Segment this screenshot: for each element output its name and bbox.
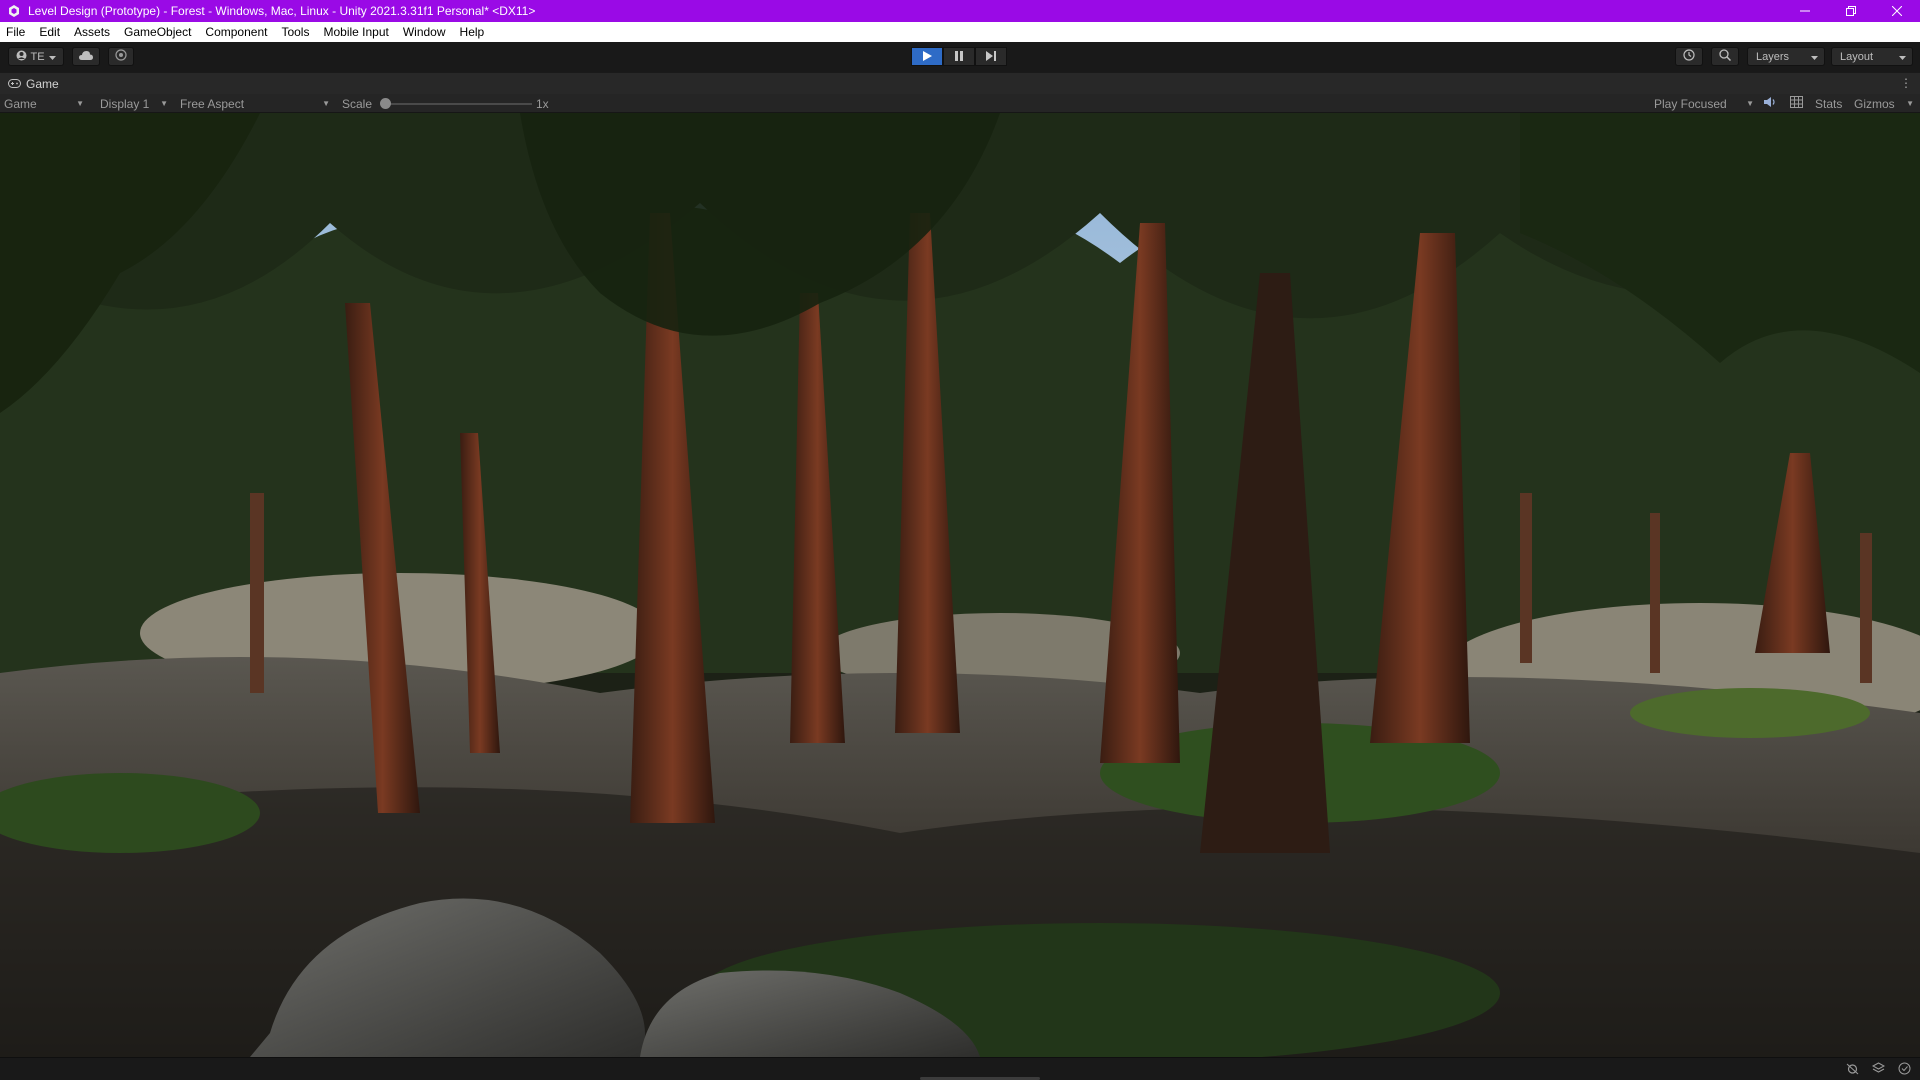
- more-options-icon[interactable]: ⋮: [1900, 76, 1912, 90]
- menu-gameobject[interactable]: GameObject: [117, 22, 198, 42]
- play-mode-label: Play Focused: [1654, 96, 1727, 111]
- speaker-icon[interactable]: [1764, 96, 1777, 111]
- debug-icon[interactable]: [1846, 1062, 1859, 1078]
- layers-icon[interactable]: [1871, 1062, 1886, 1078]
- progress-icon[interactable]: [1898, 1062, 1911, 1078]
- menu-assets[interactable]: Assets: [67, 22, 117, 42]
- menu-component[interactable]: Component: [198, 22, 274, 42]
- step-icon: [986, 50, 996, 64]
- chevron-down-icon: [48, 51, 56, 63]
- aspect-dropdown[interactable]: Free Aspect ▼: [176, 94, 334, 113]
- forest-scene: [0, 113, 1920, 1057]
- scale-value: 1x: [536, 97, 549, 111]
- game-view-toolbar: Game ▼ Display 1 ▼ Free Aspect ▼ Scale 1…: [0, 94, 1920, 113]
- menu-window[interactable]: Window: [396, 22, 453, 42]
- scale-slider-handle[interactable]: [380, 98, 391, 109]
- account-dropdown[interactable]: TE: [8, 47, 64, 66]
- undo-history-button[interactable]: [1675, 47, 1703, 66]
- view-mode-dropdown[interactable]: Game ▼: [0, 94, 88, 113]
- status-bar: [0, 1057, 1920, 1080]
- layout-dropdown[interactable]: Layout: [1831, 47, 1913, 66]
- chevron-down-icon: ▼: [160, 99, 168, 108]
- scale-slider-track[interactable]: [386, 103, 532, 105]
- tree-trunk: [1650, 513, 1660, 673]
- play-icon: [922, 50, 932, 64]
- play-button[interactable]: [911, 47, 943, 66]
- layout-label: Layout: [1840, 50, 1874, 63]
- tab-game[interactable]: Game: [0, 73, 67, 94]
- display-label: Display 1: [100, 96, 150, 111]
- search-icon: [1719, 49, 1732, 64]
- tree-trunk: [1860, 533, 1872, 683]
- chevron-down-icon: ▼: [76, 99, 84, 108]
- account-icon: [16, 50, 27, 64]
- chevron-down-icon: ▼: [322, 99, 330, 108]
- menu-mobile-input[interactable]: Mobile Input: [316, 22, 395, 42]
- display-dropdown[interactable]: Display 1 ▼: [96, 94, 172, 113]
- playmode-controls: [911, 47, 1007, 66]
- play-mode-dropdown[interactable]: Play Focused ▼: [1650, 94, 1758, 113]
- gizmos-label: Gizmos: [1854, 96, 1895, 111]
- fern-patch: [1630, 688, 1870, 738]
- game-tab-bar: Game ⋮: [0, 72, 1920, 94]
- menu-tools[interactable]: Tools: [274, 22, 316, 42]
- cloud-icon: [79, 50, 93, 63]
- grid-icon[interactable]: [1790, 96, 1803, 111]
- account-label: TE: [30, 50, 45, 63]
- search-button[interactable]: [1711, 47, 1739, 66]
- tree-trunk: [250, 493, 264, 693]
- view-mode-label: Game: [4, 96, 37, 111]
- gizmos-dropdown[interactable]: Gizmos ▼: [1850, 94, 1918, 113]
- chevron-down-icon: [1899, 51, 1906, 63]
- restore-icon[interactable]: [1828, 0, 1874, 22]
- aspect-label: Free Aspect: [180, 96, 245, 111]
- layers-label: Layers: [1756, 50, 1790, 63]
- unity-logo-icon: [6, 3, 22, 19]
- minimize-icon[interactable]: [1782, 0, 1828, 22]
- chevron-down-icon: ▼: [1746, 99, 1754, 108]
- history-icon: [1683, 49, 1695, 64]
- chevron-down-icon: [1811, 51, 1818, 63]
- tab-game-label: Game: [26, 76, 59, 91]
- window-titlebar: Level Design (Prototype) - Forest - Wind…: [0, 0, 1920, 22]
- menu-edit[interactable]: Edit: [32, 22, 67, 42]
- step-button[interactable]: [975, 47, 1007, 66]
- collab-button[interactable]: [108, 47, 134, 66]
- gamepad-icon: [8, 77, 21, 91]
- cloud-button[interactable]: [72, 47, 100, 66]
- menu-file[interactable]: File: [0, 22, 32, 42]
- collab-icon: [115, 49, 127, 64]
- main-toolbar: TE Layers Layout: [0, 42, 1920, 72]
- stats-button[interactable]: Stats: [1815, 97, 1842, 111]
- tree-trunk: [1520, 493, 1532, 663]
- pause-button[interactable]: [943, 47, 975, 66]
- menu-bar: File Edit Assets GameObject Component To…: [0, 22, 1920, 42]
- scale-label: Scale: [342, 97, 373, 111]
- pause-icon: [955, 50, 963, 64]
- close-icon[interactable]: [1874, 0, 1920, 22]
- window-title: Level Design (Prototype) - Forest - Wind…: [28, 4, 536, 18]
- game-viewport[interactable]: [0, 113, 1920, 1057]
- menu-help[interactable]: Help: [453, 22, 492, 42]
- layers-dropdown[interactable]: Layers: [1747, 47, 1825, 66]
- chevron-down-icon: ▼: [1906, 99, 1914, 108]
